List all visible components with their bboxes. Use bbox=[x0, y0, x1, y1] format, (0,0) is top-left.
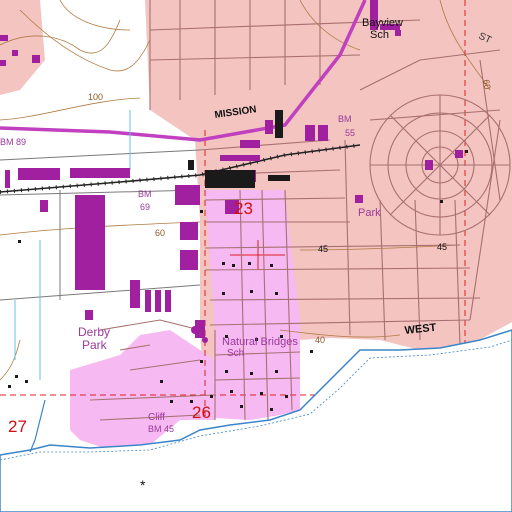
map-canvas: * Bayview Sch ST MISSION BM 55 BM 89 BM … bbox=[0, 0, 512, 512]
contour-100-label: 100 bbox=[88, 92, 103, 102]
cliff-label: Cliff bbox=[148, 412, 165, 423]
contour-40-label: 40 bbox=[315, 335, 325, 345]
creek bbox=[29, 399, 46, 453]
bm-55-label: BM bbox=[338, 114, 352, 124]
drainage-lines bbox=[14, 110, 131, 380]
section-27-label: 27 bbox=[8, 417, 27, 436]
park-label: Park bbox=[358, 207, 381, 219]
topographic-map[interactable]: * Bayview Sch ST MISSION BM 55 BM 89 BM … bbox=[0, 0, 512, 512]
bayview-sch-label: Sch bbox=[370, 29, 389, 41]
derby-label: Derby bbox=[78, 325, 110, 339]
section-23-label: 23 bbox=[234, 199, 253, 218]
contour-60-label-right: 60 bbox=[481, 79, 493, 91]
bayview-label: Bayview bbox=[362, 17, 403, 29]
rock-symbol: * bbox=[140, 477, 146, 493]
bm-45-label: BM 45 bbox=[148, 424, 174, 434]
contour-45-label-b: 45 bbox=[437, 242, 447, 252]
section-26-label: 26 bbox=[192, 403, 211, 422]
natural-bridges-sch-label: Sch bbox=[227, 348, 244, 359]
contour-45-label-a: 45 bbox=[318, 244, 328, 254]
natural-bridges-label: Natural Bridges bbox=[222, 336, 298, 348]
bm-69-label: BM bbox=[138, 189, 152, 199]
derby-park-label: Park bbox=[82, 338, 108, 352]
hill-urban-area bbox=[0, 0, 45, 95]
bm-89-label: BM 89 bbox=[0, 137, 26, 147]
contour-60-label-left: 60 bbox=[155, 228, 165, 238]
bm-69-value: 69 bbox=[140, 202, 150, 212]
bm-55-value: 55 bbox=[345, 128, 355, 138]
